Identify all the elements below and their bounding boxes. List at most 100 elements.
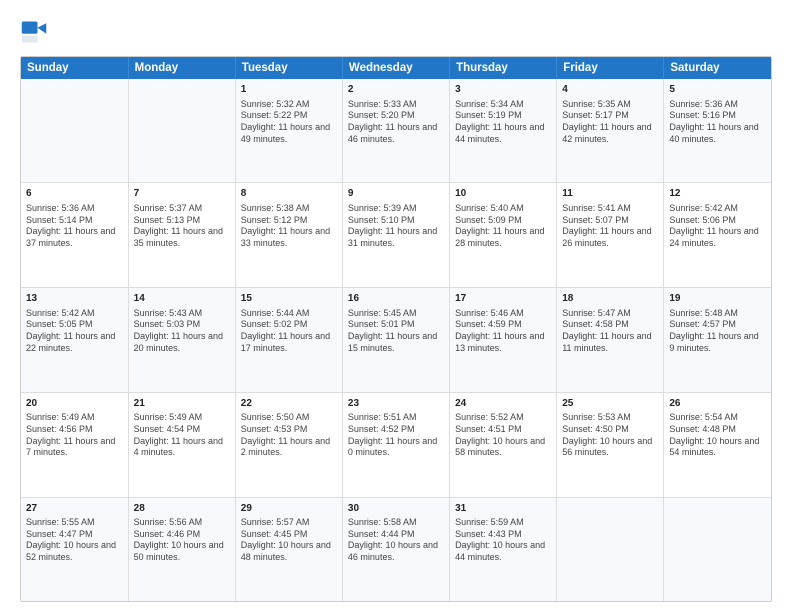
day-number: 21 bbox=[134, 397, 230, 411]
day-number: 12 bbox=[669, 187, 766, 201]
cell-info: Sunrise: 5:42 AM Sunset: 5:06 PM Dayligh… bbox=[669, 203, 766, 250]
cell-info: Sunrise: 5:59 AM Sunset: 4:43 PM Dayligh… bbox=[455, 517, 551, 564]
page: SundayMondayTuesdayWednesdayThursdayFrid… bbox=[0, 0, 792, 612]
calendar-cell: 30Sunrise: 5:58 AM Sunset: 4:44 PM Dayli… bbox=[342, 497, 449, 601]
day-number: 5 bbox=[669, 83, 766, 97]
day-number: 13 bbox=[26, 292, 123, 306]
day-number: 16 bbox=[348, 292, 444, 306]
day-number: 23 bbox=[348, 397, 444, 411]
cell-info: Sunrise: 5:41 AM Sunset: 5:07 PM Dayligh… bbox=[562, 203, 658, 250]
day-number: 31 bbox=[455, 502, 551, 516]
day-number: 6 bbox=[26, 187, 123, 201]
day-number: 28 bbox=[134, 502, 230, 516]
calendar-cell: 16 Sunrise: 5:45 AM Sunset: 5:01 PM Dayli… bbox=[342, 288, 449, 393]
calendar-cell: 6 Sunrise: 5:36 AM Sunset: 5:14 PM Daylig… bbox=[21, 183, 128, 288]
calendar-cell: 22Sunrise: 5:50 AM Sunset: 4:53 PM Dayli… bbox=[235, 392, 342, 497]
calendar-cell: 3Sunrise: 5:34 AM Sunset: 5:19 PM Daylig… bbox=[450, 79, 557, 183]
day-number: 25 bbox=[562, 397, 658, 411]
calendar-cell: 14 Sunrise: 5:43 AM Sunset: 5:03 PM Dayli… bbox=[128, 288, 235, 393]
cell-info: Sunrise: 5:42 AM Sunset: 5:05 PM Dayligh… bbox=[26, 308, 123, 355]
calendar-cell bbox=[128, 79, 235, 183]
calendar-cell: 17 Sunrise: 5:46 AM Sunset: 4:59 PM Dayli… bbox=[450, 288, 557, 393]
day-of-week-header: Sunday bbox=[21, 57, 128, 79]
day-of-week-header: Tuesday bbox=[235, 57, 342, 79]
calendar-cell bbox=[21, 79, 128, 183]
day-number: 24 bbox=[455, 397, 551, 411]
day-number: 29 bbox=[241, 502, 337, 516]
day-header-row: SundayMondayTuesdayWednesdayThursdayFrid… bbox=[21, 57, 771, 79]
day-of-week-header: Thursday bbox=[450, 57, 557, 79]
cell-info: Sunrise: 5:48 AM Sunset: 4:57 PM Dayligh… bbox=[669, 308, 766, 355]
day-number: 8 bbox=[241, 187, 337, 201]
cell-info: Sunrise: 5:47 AM Sunset: 4:58 PM Dayligh… bbox=[562, 308, 658, 355]
cell-info: Sunrise: 5:39 AM Sunset: 5:10 PM Dayligh… bbox=[348, 203, 444, 250]
day-number: 14 bbox=[134, 292, 230, 306]
calendar-cell: 23Sunrise: 5:51 AM Sunset: 4:52 PM Dayli… bbox=[342, 392, 449, 497]
calendar-week-row: 13 Sunrise: 5:42 AM Sunset: 5:05 PM Dayli… bbox=[21, 288, 771, 393]
cell-info: Sunrise: 5:46 AM Sunset: 4:59 PM Dayligh… bbox=[455, 308, 551, 355]
cell-info: Sunrise: 5:55 AM Sunset: 4:47 PM Dayligh… bbox=[26, 517, 123, 564]
calendar-cell: 15Sunrise: 5:44 AM Sunset: 5:02 PM Dayli… bbox=[235, 288, 342, 393]
calendar-week-row: 1 Sunrise: 5:32 AM Sunset: 5:22 PM Daylig… bbox=[21, 79, 771, 183]
calendar-cell: 29Sunrise: 5:57 AM Sunset: 4:45 PM Dayli… bbox=[235, 497, 342, 601]
day-number: 18 bbox=[562, 292, 658, 306]
cell-info: Sunrise: 5:51 AM Sunset: 4:52 PM Dayligh… bbox=[348, 412, 444, 459]
calendar-cell: 19Sunrise: 5:48 AM Sunset: 4:57 PM Dayli… bbox=[664, 288, 771, 393]
day-number: 20 bbox=[26, 397, 123, 411]
cell-info: Sunrise: 5:36 AM Sunset: 5:16 PM Dayligh… bbox=[669, 99, 766, 146]
day-number: 27 bbox=[26, 502, 123, 516]
calendar-cell: 4 Sunrise: 5:35 AM Sunset: 5:17 PM Daylig… bbox=[557, 79, 664, 183]
calendar-table: SundayMondayTuesdayWednesdayThursdayFrid… bbox=[21, 57, 771, 601]
cell-info: Sunrise: 5:49 AM Sunset: 4:56 PM Dayligh… bbox=[26, 412, 123, 459]
calendar-cell: 25Sunrise: 5:53 AM Sunset: 4:50 PM Dayli… bbox=[557, 392, 664, 497]
calendar-cell: 31Sunrise: 5:59 AM Sunset: 4:43 PM Dayli… bbox=[450, 497, 557, 601]
day-of-week-header: Wednesday bbox=[342, 57, 449, 79]
day-number: 7 bbox=[134, 187, 230, 201]
logo-icon bbox=[20, 18, 48, 46]
calendar-week-row: 6 Sunrise: 5:36 AM Sunset: 5:14 PM Daylig… bbox=[21, 183, 771, 288]
day-of-week-header: Monday bbox=[128, 57, 235, 79]
calendar-cell: 8 Sunrise: 5:38 AM Sunset: 5:12 PM Daylig… bbox=[235, 183, 342, 288]
header bbox=[20, 18, 772, 46]
cell-info: Sunrise: 5:35 AM Sunset: 5:17 PM Dayligh… bbox=[562, 99, 658, 146]
calendar-cell: 1 Sunrise: 5:32 AM Sunset: 5:22 PM Daylig… bbox=[235, 79, 342, 183]
calendar-cell: 20Sunrise: 5:49 AM Sunset: 4:56 PM Dayli… bbox=[21, 392, 128, 497]
cell-info: Sunrise: 5:38 AM Sunset: 5:12 PM Dayligh… bbox=[241, 203, 337, 250]
calendar-cell bbox=[664, 497, 771, 601]
calendar-week-row: 20Sunrise: 5:49 AM Sunset: 4:56 PM Dayli… bbox=[21, 392, 771, 497]
day-number: 10 bbox=[455, 187, 551, 201]
cell-info: Sunrise: 5:32 AM Sunset: 5:22 PM Dayligh… bbox=[241, 99, 337, 146]
cell-info: Sunrise: 5:57 AM Sunset: 4:45 PM Dayligh… bbox=[241, 517, 337, 564]
cell-info: Sunrise: 5:56 AM Sunset: 4:46 PM Dayligh… bbox=[134, 517, 230, 564]
day-number: 11 bbox=[562, 187, 658, 201]
day-number: 2 bbox=[348, 83, 444, 97]
day-number: 4 bbox=[562, 83, 658, 97]
calendar-cell: 2Sunrise: 5:33 AM Sunset: 5:20 PM Daylig… bbox=[342, 79, 449, 183]
cell-info: Sunrise: 5:43 AM Sunset: 5:03 PM Dayligh… bbox=[134, 308, 230, 355]
day-of-week-header: Saturday bbox=[664, 57, 771, 79]
day-number: 1 bbox=[241, 83, 337, 97]
cell-info: Sunrise: 5:53 AM Sunset: 4:50 PM Dayligh… bbox=[562, 412, 658, 459]
cell-info: Sunrise: 5:50 AM Sunset: 4:53 PM Dayligh… bbox=[241, 412, 337, 459]
cell-info: Sunrise: 5:52 AM Sunset: 4:51 PM Dayligh… bbox=[455, 412, 551, 459]
calendar-cell: 24Sunrise: 5:52 AM Sunset: 4:51 PM Dayli… bbox=[450, 392, 557, 497]
calendar-cell: 26Sunrise: 5:54 AM Sunset: 4:48 PM Dayli… bbox=[664, 392, 771, 497]
day-number: 3 bbox=[455, 83, 551, 97]
cell-info: Sunrise: 5:45 AM Sunset: 5:01 PM Dayligh… bbox=[348, 308, 444, 355]
day-number: 15 bbox=[241, 292, 337, 306]
cell-info: Sunrise: 5:37 AM Sunset: 5:13 PM Dayligh… bbox=[134, 203, 230, 250]
calendar-cell: 11 Sunrise: 5:41 AM Sunset: 5:07 PM Dayli… bbox=[557, 183, 664, 288]
logo bbox=[20, 18, 52, 46]
calendar: SundayMondayTuesdayWednesdayThursdayFrid… bbox=[20, 56, 772, 602]
day-number: 30 bbox=[348, 502, 444, 516]
calendar-cell: 28Sunrise: 5:56 AM Sunset: 4:46 PM Dayli… bbox=[128, 497, 235, 601]
cell-info: Sunrise: 5:49 AM Sunset: 4:54 PM Dayligh… bbox=[134, 412, 230, 459]
calendar-cell: 9 Sunrise: 5:39 AM Sunset: 5:10 PM Daylig… bbox=[342, 183, 449, 288]
cell-info: Sunrise: 5:36 AM Sunset: 5:14 PM Dayligh… bbox=[26, 203, 123, 250]
day-number: 17 bbox=[455, 292, 551, 306]
calendar-cell: 5 Sunrise: 5:36 AM Sunset: 5:16 PM Daylig… bbox=[664, 79, 771, 183]
calendar-cell: 27Sunrise: 5:55 AM Sunset: 4:47 PM Dayli… bbox=[21, 497, 128, 601]
calendar-cell: 18 Sunrise: 5:47 AM Sunset: 4:58 PM Dayli… bbox=[557, 288, 664, 393]
calendar-cell: 7 Sunrise: 5:37 AM Sunset: 5:13 PM Daylig… bbox=[128, 183, 235, 288]
day-number: 9 bbox=[348, 187, 444, 201]
